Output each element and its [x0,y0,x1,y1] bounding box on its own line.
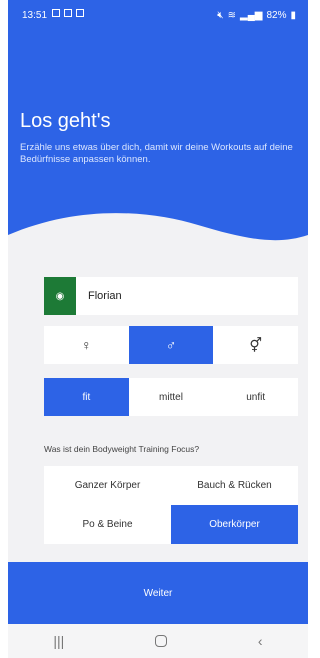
gallery-icon [52,9,60,17]
recent-apps-icon[interactable]: ||| [53,633,64,649]
name-input[interactable]: Florian [88,290,122,302]
gender-selector: ♀ ♂ ⚥ [44,326,298,364]
focus-selector: Ganzer Körper Bauch & Rücken Po & Beine … [44,466,298,544]
focus-question: Was ist dein Bodyweight Training Focus? [44,444,200,454]
android-nav-bar: ||| ‹ [8,624,308,658]
name-field[interactable]: ◉ Florian [44,277,298,315]
focus-option-oberkoerper[interactable]: Oberkörper [171,505,298,544]
battery-icon: ▮ [290,10,296,21]
focus-option-ganzer-koerper[interactable]: Ganzer Körper [44,466,171,505]
app-icon [76,9,84,17]
hero-wave [8,213,308,260]
fitness-level-selector: fit mittel unfit [44,378,298,416]
gender-female-option[interactable]: ♀ [44,326,129,364]
system-icons: 🔇︎ ≋ ▂▄▆ 82% ▮ [217,10,296,21]
focus-option-po-beine[interactable]: Po & Beine [44,505,171,544]
back-icon[interactable]: ‹ [258,633,263,649]
wifi-icon: ≋ [227,10,236,21]
fitness-option-unfit[interactable]: unfit [213,378,298,416]
status-time: 13:51 [22,10,48,21]
fitness-option-fit[interactable]: fit [44,378,129,416]
mute-icon: 🔇︎ [217,10,224,21]
phone-screen: 13:51 🔇︎ ≋ ▂▄▆ 82% ▮ Los geht's Erzähle … [8,0,308,658]
battery-percent: 82% [266,10,287,21]
image-icon [64,9,72,17]
gender-male-option[interactable]: ♂ [128,326,214,364]
home-icon[interactable] [155,635,168,647]
name-field-icon: ◉ [44,277,76,315]
notification-icons [52,9,84,17]
next-button[interactable]: Weiter [8,562,308,624]
gender-other-option[interactable]: ⚥ [213,326,298,364]
focus-option-bauch-ruecken[interactable]: Bauch & Rücken [171,466,298,505]
page-title: Los geht's [20,110,111,132]
signal-icon: ▂▄▆ [240,10,263,21]
fitness-option-mittel[interactable]: mittel [129,378,214,416]
page-subtitle: Erzähle uns etwas über dich, damit wir d… [20,142,293,165]
status-bar: 13:51 🔇︎ ≋ ▂▄▆ 82% ▮ [8,0,308,30]
